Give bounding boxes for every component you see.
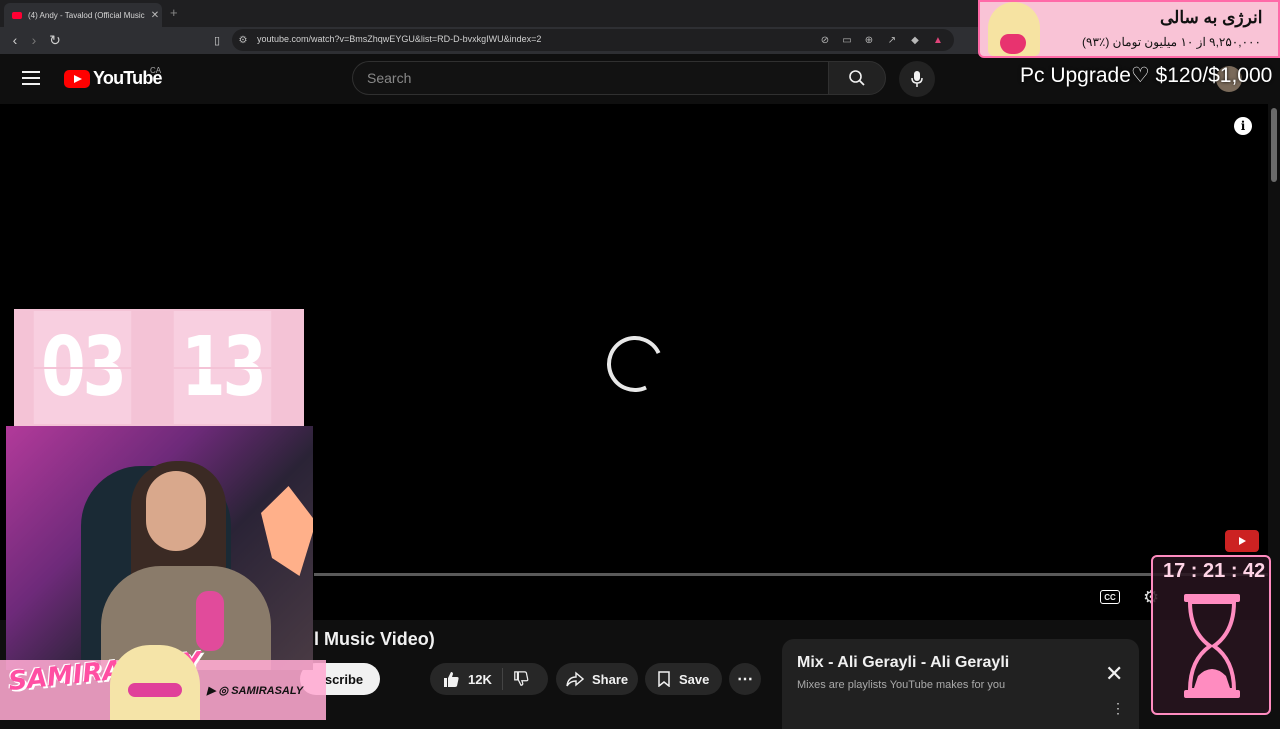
bookmark-icon[interactable]: ▯: [208, 31, 226, 49]
donation-avatar: [988, 2, 1040, 56]
reload-icon[interactable]: ↻: [46, 31, 64, 49]
share-icon: [566, 671, 584, 687]
info-icon[interactable]: i: [1234, 117, 1252, 135]
hourglass-icon: [1184, 594, 1240, 698]
youtube-icon: ▶: [207, 685, 216, 697]
close-tab-icon[interactable]: ✕: [148, 10, 162, 21]
url-text[interactable]: youtube.com/watch?v=BmsZhqwEYGU&list=RD-…: [257, 34, 541, 44]
goal-text: Pc Upgrade♡ $120/$1,000: [1020, 64, 1273, 87]
brave-shield-icon[interactable]: ◆: [908, 33, 922, 47]
countdown-seconds: 13: [173, 311, 272, 424]
clock-time: 17 : 21 : 42: [1163, 560, 1266, 582]
browser-tab[interactable]: (4) Andy - Tavalod (Official Music ✕: [4, 3, 162, 27]
social-handle: ▶ ◎ SAMIRASALY: [207, 685, 304, 697]
menu-icon[interactable]: [22, 71, 40, 85]
countdown-minutes: 03: [33, 311, 132, 424]
streamer-mascot: [110, 645, 200, 720]
video-progress-bar[interactable]: [314, 573, 1268, 576]
like-count: 12K: [468, 671, 492, 687]
scrollbar-thumb[interactable]: [1271, 108, 1277, 182]
youtube-play-icon: [64, 69, 90, 88]
zoom-icon[interactable]: ⊕: [862, 33, 876, 47]
region-code: CA: [150, 66, 162, 75]
search-button[interactable]: [828, 61, 886, 95]
new-tab-icon[interactable]: +: [170, 5, 178, 20]
search-icon: [849, 70, 865, 86]
share-page-icon[interactable]: ↗: [885, 33, 899, 47]
microphone-icon: [911, 71, 923, 87]
eye-off-icon[interactable]: ⊘: [818, 33, 832, 47]
thumbs-up-icon: [444, 672, 459, 687]
share-button[interactable]: Share: [556, 663, 638, 695]
site-info-icon[interactable]: ⚙: [236, 33, 250, 47]
like-divider: [501, 668, 503, 690]
youtube-logo[interactable]: YouTube: [64, 68, 163, 89]
tab-title: (4) Andy - Tavalod (Official Music: [28, 10, 145, 20]
mix-title[interactable]: Mix - Ali Gerayli - Ali Gerayli: [797, 654, 1009, 672]
youtube-badge-icon: [1225, 530, 1259, 552]
cast-icon[interactable]: ▭: [840, 33, 854, 47]
more-actions-button[interactable]: ⋯: [729, 663, 761, 695]
save-button[interactable]: Save: [645, 663, 722, 695]
youtube-favicon-icon: [12, 11, 22, 19]
back-icon[interactable]: ‹: [6, 31, 24, 49]
brave-rewards-icon[interactable]: ▲: [931, 33, 945, 47]
donation-title: انرژی به سالی: [1160, 8, 1263, 27]
heart-icon: [1000, 34, 1026, 54]
more-vert-icon[interactable]: ⋮: [1111, 700, 1125, 717]
bookmark-save-icon: [658, 671, 670, 687]
video-title: l Music Video): [314, 629, 435, 649]
voice-search-button[interactable]: [899, 61, 935, 97]
like-button[interactable]: 12K: [430, 663, 548, 695]
captions-button[interactable]: CC: [1100, 590, 1120, 604]
donation-progress-text: ۹,۲۵۰,۰۰۰ از ۱۰ میلیون تومان (٪۹۳): [1082, 35, 1261, 49]
webcam-feed: [6, 426, 313, 670]
mix-subtitle: Mixes are playlists YouTube makes for yo…: [797, 679, 1006, 691]
instagram-icon: ◎: [218, 685, 229, 697]
close-icon[interactable]: ✕: [1105, 661, 1123, 687]
thumbs-down-icon: [514, 671, 529, 686]
search-input[interactable]: Search: [352, 61, 828, 95]
forward-icon[interactable]: ›: [25, 31, 43, 49]
